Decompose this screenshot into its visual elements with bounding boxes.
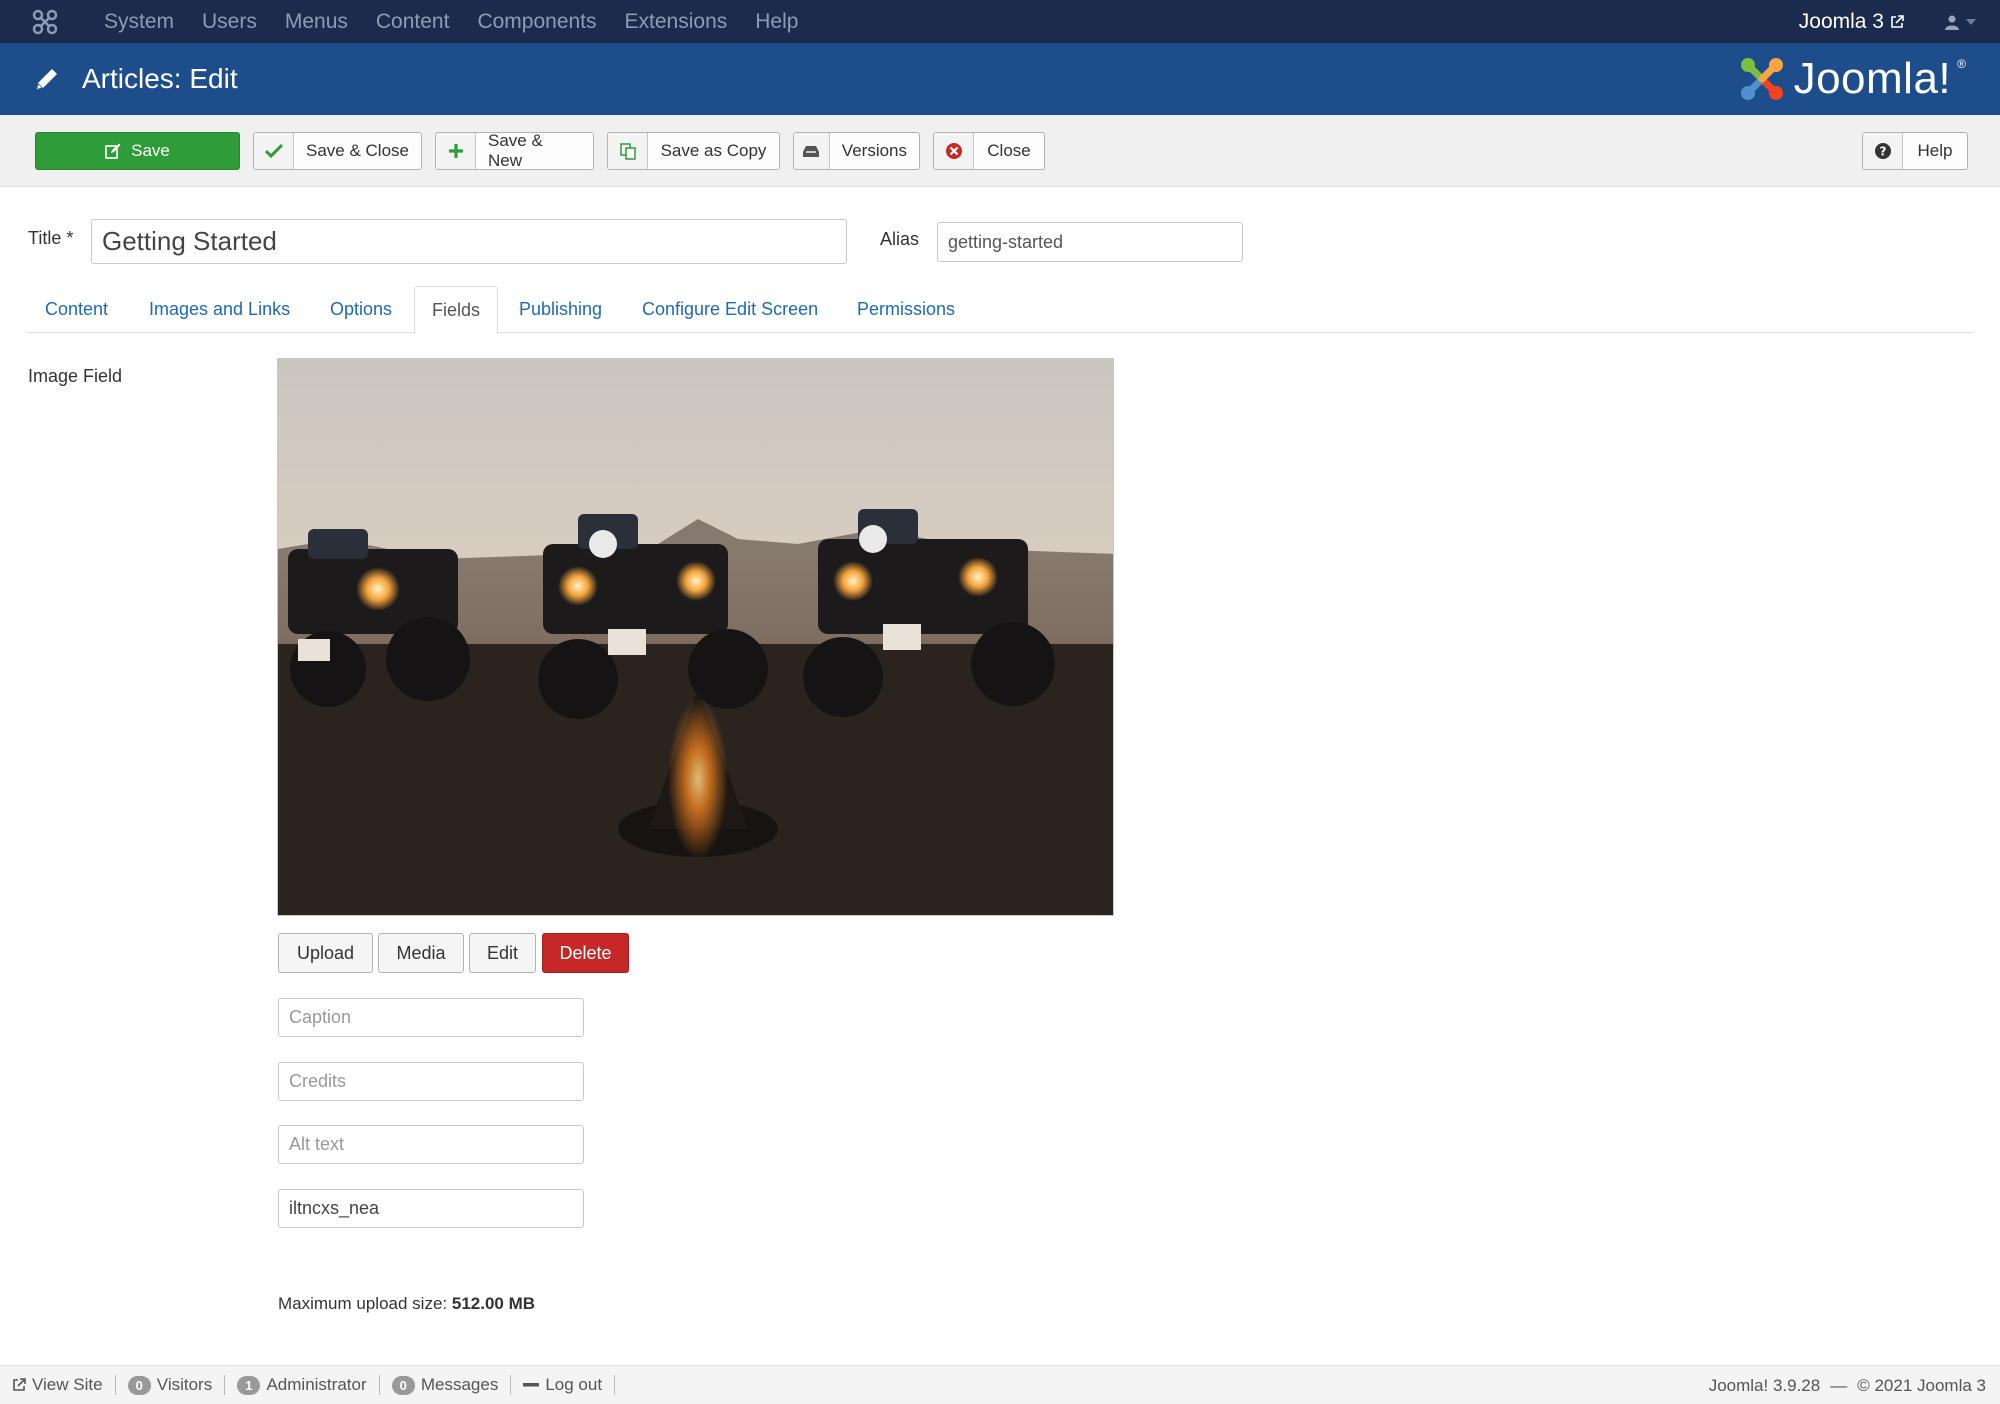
messages-indicator[interactable]: 0 Messages	[380, 1375, 512, 1395]
joomla-menu-icon[interactable]	[0, 0, 90, 43]
view-site-label: View Site	[32, 1375, 103, 1394]
visitors-label: Visitors	[156, 1375, 213, 1394]
tab-images-links[interactable]: Images and Links	[132, 286, 307, 333]
alias-input[interactable]: getting-started	[937, 222, 1243, 262]
title-input[interactable]: Getting Started	[91, 219, 847, 264]
edit-button[interactable]: Edit	[469, 933, 536, 973]
user-menu[interactable]	[1944, 14, 1976, 30]
menu-content[interactable]: Content	[362, 0, 464, 43]
messages-label: Messages	[420, 1375, 499, 1394]
menu-system[interactable]: System	[90, 0, 188, 43]
visitors-count-badge: 0	[127, 1375, 151, 1395]
pencil-icon	[32, 64, 62, 94]
version-separator: —	[1830, 1375, 1848, 1395]
caption-input[interactable]: Caption	[278, 998, 584, 1037]
versions-label: Versions	[841, 141, 907, 160]
external-link-icon	[13, 1378, 26, 1391]
alias-label: Alias	[880, 229, 920, 249]
version-info: Joomla! 3.9.28 — © 2021 Joomla 3	[1709, 1366, 1986, 1404]
save-new-label: Save & New	[488, 131, 543, 170]
menu-menus[interactable]: Menus	[271, 0, 362, 43]
close-label: Close	[987, 141, 1031, 160]
administrator-indicator[interactable]: 1 Administrator	[225, 1375, 380, 1395]
alt-text-input[interactable]: Alt text	[278, 1125, 584, 1164]
save-close-button[interactable]: Save & Close	[253, 132, 422, 170]
admin-count-badge: 1	[237, 1375, 261, 1395]
credits-input[interactable]: Credits	[278, 1062, 584, 1101]
user-icon	[1945, 15, 1959, 30]
tab-options[interactable]: Options	[313, 286, 409, 333]
max-upload-label: Maximum upload size:	[278, 1294, 448, 1313]
filename-input[interactable]: iltncxs_nea	[278, 1189, 584, 1228]
site-link-label: Joomla 3	[1798, 9, 1884, 33]
help-button[interactable]: ? Help	[1862, 132, 1968, 170]
logout-label: Log out	[545, 1375, 603, 1394]
close-circle-icon	[934, 133, 974, 169]
close-button[interactable]: Close	[933, 132, 1045, 170]
view-site-link[interactable]: View Site	[0, 1375, 116, 1395]
copy-icon	[608, 133, 648, 169]
alias-input-value: getting-started	[948, 231, 1064, 252]
menu-extensions[interactable]: Extensions	[611, 0, 742, 43]
max-upload-value: 512.00 MB	[451, 1294, 536, 1313]
help-label: Help	[1917, 141, 1953, 160]
logout-link[interactable]: Log out	[511, 1375, 616, 1395]
menu-components[interactable]: Components	[463, 0, 610, 43]
registered-mark: ®	[1957, 57, 1966, 71]
admin-menu: System Users Menus Content Components Ex…	[90, 0, 812, 43]
caret-down-icon	[1966, 18, 1976, 25]
status-bar: View Site 0 Visitors 1 Administrator 0 M…	[0, 1365, 2000, 1404]
save-copy-label: Save as Copy	[660, 141, 767, 160]
tab-permissions[interactable]: Permissions	[840, 286, 972, 333]
toolbar: Save Save & Close Save & New Save as Cop…	[0, 115, 2000, 187]
image-preview-graphic	[278, 359, 1113, 915]
site-link[interactable]: Joomla 3	[1799, 10, 1904, 34]
editor-tabs: Content Images and Links Options Fields …	[28, 286, 1972, 334]
page-header: Articles: Edit Joomla! ®	[0, 43, 2000, 115]
joomla-logo-icon	[1740, 58, 1783, 100]
check-icon	[254, 133, 294, 169]
svg-text:?: ?	[1879, 145, 1886, 159]
tab-fields[interactable]: Fields	[414, 286, 499, 334]
menu-users[interactable]: Users	[188, 0, 271, 43]
caption-placeholder: Caption	[289, 1007, 352, 1027]
copyright-text: © 2021 Joomla 3	[1857, 1375, 1986, 1395]
messages-count-badge: 0	[391, 1375, 415, 1395]
alt-text-placeholder: Alt text	[289, 1134, 345, 1154]
joomla-brand-text: Joomla!	[1793, 54, 1952, 103]
title-input-value: Getting Started	[102, 226, 277, 256]
image-field-label: Image Field	[28, 366, 123, 386]
tab-content[interactable]: Content	[28, 286, 125, 333]
joomla-brand-logo: Joomla! ®	[1736, 51, 1966, 107]
save-label: Save	[131, 141, 170, 160]
filename-value: iltncxs_nea	[289, 1198, 380, 1218]
media-button[interactable]: Media	[378, 933, 464, 973]
delete-button[interactable]: Delete	[542, 933, 629, 973]
version-text: Joomla! 3.9.28	[1708, 1375, 1821, 1395]
tab-configure-edit-screen[interactable]: Configure Edit Screen	[625, 286, 835, 333]
save-copy-button[interactable]: Save as Copy	[607, 132, 780, 170]
save-button[interactable]: Save	[35, 132, 240, 170]
archive-icon	[794, 133, 830, 169]
admin-label: Administrator	[266, 1375, 367, 1394]
question-icon: ?	[1863, 133, 1903, 169]
versions-button[interactable]: Versions	[793, 132, 920, 170]
menu-help[interactable]: Help	[741, 0, 812, 43]
edit-icon	[105, 143, 121, 159]
minus-icon	[523, 1383, 540, 1387]
page-title: Articles: Edit	[82, 63, 238, 94]
title-label: Title *	[28, 228, 74, 248]
plus-icon	[436, 133, 476, 169]
topnav-right: Joomla 3	[1799, 0, 1976, 43]
max-upload-note: Maximum upload size: 512.00 MB	[278, 1294, 535, 1314]
save-close-label: Save & Close	[306, 141, 409, 160]
upload-button[interactable]: Upload	[278, 933, 373, 973]
top-navbar: System Users Menus Content Components Ex…	[0, 0, 2000, 43]
credits-placeholder: Credits	[289, 1071, 347, 1091]
visitors-indicator[interactable]: 0 Visitors	[116, 1375, 226, 1395]
external-link-icon	[1891, 14, 1904, 28]
tab-publishing[interactable]: Publishing	[502, 286, 619, 333]
save-new-button[interactable]: Save & New	[435, 131, 594, 170]
image-preview	[277, 358, 1114, 916]
